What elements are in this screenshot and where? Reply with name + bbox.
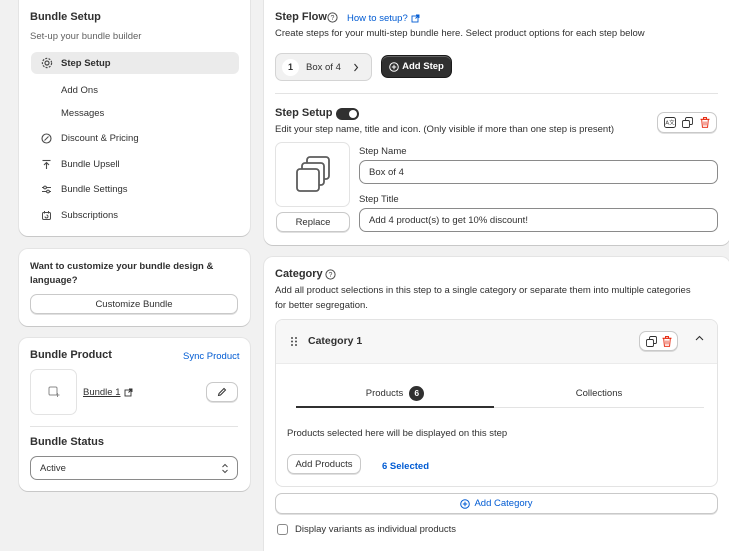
bundle-status-value: Active: [40, 462, 66, 474]
category-name: Category 1: [308, 335, 363, 347]
chevron-right-icon: [353, 63, 359, 72]
step-flow-description: Create steps for your multi-step bundle …: [275, 28, 645, 39]
customize-card: Want to customize your bundle design & l…: [19, 249, 250, 326]
sidebar-item-step-setup[interactable]: Step Setup: [31, 52, 239, 74]
edit-product-button[interactable]: [206, 382, 238, 402]
step-flow-title: Step Flow: [275, 11, 327, 23]
bundle-status-title: Bundle Status: [30, 436, 104, 448]
category-actions-group: [639, 331, 678, 351]
external-link-icon: [124, 388, 133, 397]
toggle-knob: [349, 110, 357, 118]
tab-products-label: Products: [365, 387, 404, 399]
category-panel: Category 1 Products 6 Collections Produc…: [275, 319, 718, 487]
svg-text:A文: A文: [666, 119, 676, 127]
product-name-link[interactable]: Bundle 1: [83, 387, 133, 398]
sidebar-subitem-messages[interactable]: Messages: [61, 108, 104, 119]
select-chevron-icon: [221, 463, 229, 474]
duplicate-icon[interactable]: [682, 117, 694, 128]
subscriptions-icon: [40, 209, 53, 222]
sidebar-item-label: Step Setup: [61, 57, 111, 69]
sidebar-item-subscriptions[interactable]: Subscriptions: [31, 204, 239, 226]
step-actions-group: A文: [657, 112, 717, 133]
step-flow-card: Step Flow ? How to setup? Create steps f…: [264, 0, 729, 245]
bundle-product-card: Bundle Product Sync Product Bundle 1 Bun…: [19, 338, 250, 491]
plus-circle-icon: [389, 61, 399, 72]
customize-text: Want to customize your bundle design & l…: [30, 261, 214, 286]
product-thumbnail: [30, 369, 77, 415]
category-description-line-1: Add all product selections in this step …: [275, 285, 691, 296]
tab-collections[interactable]: Collections: [494, 380, 704, 408]
step-setup-toggle[interactable]: [336, 108, 359, 120]
how-to-setup-label: How to setup?: [347, 13, 408, 24]
step-setup-description: Edit your step name, title and icon. (On…: [275, 124, 614, 135]
selected-count-link[interactable]: 6 Selected: [382, 461, 429, 472]
step-name-label: Step Name: [359, 146, 407, 157]
add-step-label: Add Step: [402, 61, 444, 72]
add-products-button[interactable]: Add Products: [287, 454, 361, 474]
step-title-input[interactable]: Add 4 product(s) to get 10% discount!: [359, 208, 718, 232]
bundle-product-divider: [30, 426, 238, 427]
sidebar-item-bundle-settings[interactable]: Bundle Settings: [31, 178, 239, 200]
svg-text:?: ?: [331, 15, 335, 22]
customize-bundle-button[interactable]: Customize Bundle: [30, 294, 238, 314]
help-icon[interactable]: ?: [327, 12, 338, 23]
translate-icon[interactable]: A文: [664, 117, 677, 128]
add-category-label: Add Category: [474, 498, 533, 509]
discount-icon: [40, 132, 53, 145]
sidebar-subitem-add-ons[interactable]: Add Ons: [61, 85, 98, 96]
bundle-setup-card: Bundle Setup Set-up your bundle builder …: [19, 0, 250, 236]
step-title-label: Step Title: [359, 194, 399, 205]
products-note: Products selected here will be displayed…: [287, 428, 508, 439]
sliders-icon: [40, 183, 53, 196]
step-pill-label: Box of 4: [306, 61, 341, 73]
pencil-icon: [217, 387, 227, 397]
step-number-badge: 1: [282, 58, 299, 76]
bundle-setup-title: Bundle Setup: [30, 11, 101, 23]
tab-collections-label: Collections: [575, 388, 623, 399]
stacked-squares-icon: [293, 155, 333, 195]
step-setup-title: Step Setup: [275, 107, 333, 119]
sidebar-item-label: Bundle Settings: [61, 183, 128, 195]
step-icon-preview: [275, 142, 350, 207]
variants-checkbox-label: Display variants as individual products: [295, 524, 457, 535]
step-pill[interactable]: 1 Box of 4: [275, 53, 372, 81]
svg-text:?: ?: [329, 272, 333, 279]
step-name-input[interactable]: Box of 4: [359, 160, 718, 184]
variants-checkbox-row[interactable]: Display variants as individual products: [277, 524, 456, 535]
drag-handle-icon[interactable]: [290, 336, 298, 347]
tab-products[interactable]: Products 6: [296, 380, 494, 408]
add-step-button[interactable]: Add Step: [381, 55, 452, 78]
help-icon[interactable]: ?: [325, 269, 336, 280]
variants-checkbox[interactable]: [277, 524, 288, 535]
sidebar-item-label: Subscriptions: [61, 209, 119, 221]
sidebar-item-discount-pricing[interactable]: Discount & Pricing: [31, 127, 239, 149]
sync-product-link[interactable]: Sync Product: [183, 351, 240, 362]
external-link-icon: [411, 14, 420, 23]
product-name: Bundle 1: [83, 387, 121, 398]
sidebar-item-label: Discount & Pricing: [61, 132, 139, 144]
category-description-line-2: for better segregation.: [275, 300, 368, 311]
tab-products-count: 6: [409, 385, 425, 401]
category-card: Category ? Add all product selections in…: [264, 257, 729, 551]
delete-icon[interactable]: [662, 335, 672, 347]
how-to-setup-link[interactable]: How to setup?: [347, 13, 420, 24]
bundle-status-select[interactable]: Active: [30, 456, 238, 480]
chevron-up-icon[interactable]: [695, 335, 704, 341]
sidebar-item-label: Bundle Upsell: [61, 158, 120, 170]
plus-circle-icon: [460, 498, 471, 509]
step-flow-divider: [275, 93, 718, 94]
gear-icon: [40, 57, 53, 70]
bundle-product-title: Bundle Product: [30, 349, 112, 361]
upsell-icon: [40, 158, 53, 171]
category-header[interactable]: Category 1: [276, 320, 717, 364]
add-category-button[interactable]: Add Category: [275, 493, 718, 514]
delete-icon[interactable]: [700, 117, 710, 128]
duplicate-icon[interactable]: [645, 335, 657, 347]
image-add-icon: [48, 386, 60, 398]
bundle-setup-subtitle: Set-up your bundle builder: [30, 31, 142, 42]
category-title: Category: [275, 268, 323, 280]
sidebar-item-bundle-upsell[interactable]: Bundle Upsell: [31, 153, 239, 175]
replace-icon-button[interactable]: Replace: [276, 212, 350, 232]
